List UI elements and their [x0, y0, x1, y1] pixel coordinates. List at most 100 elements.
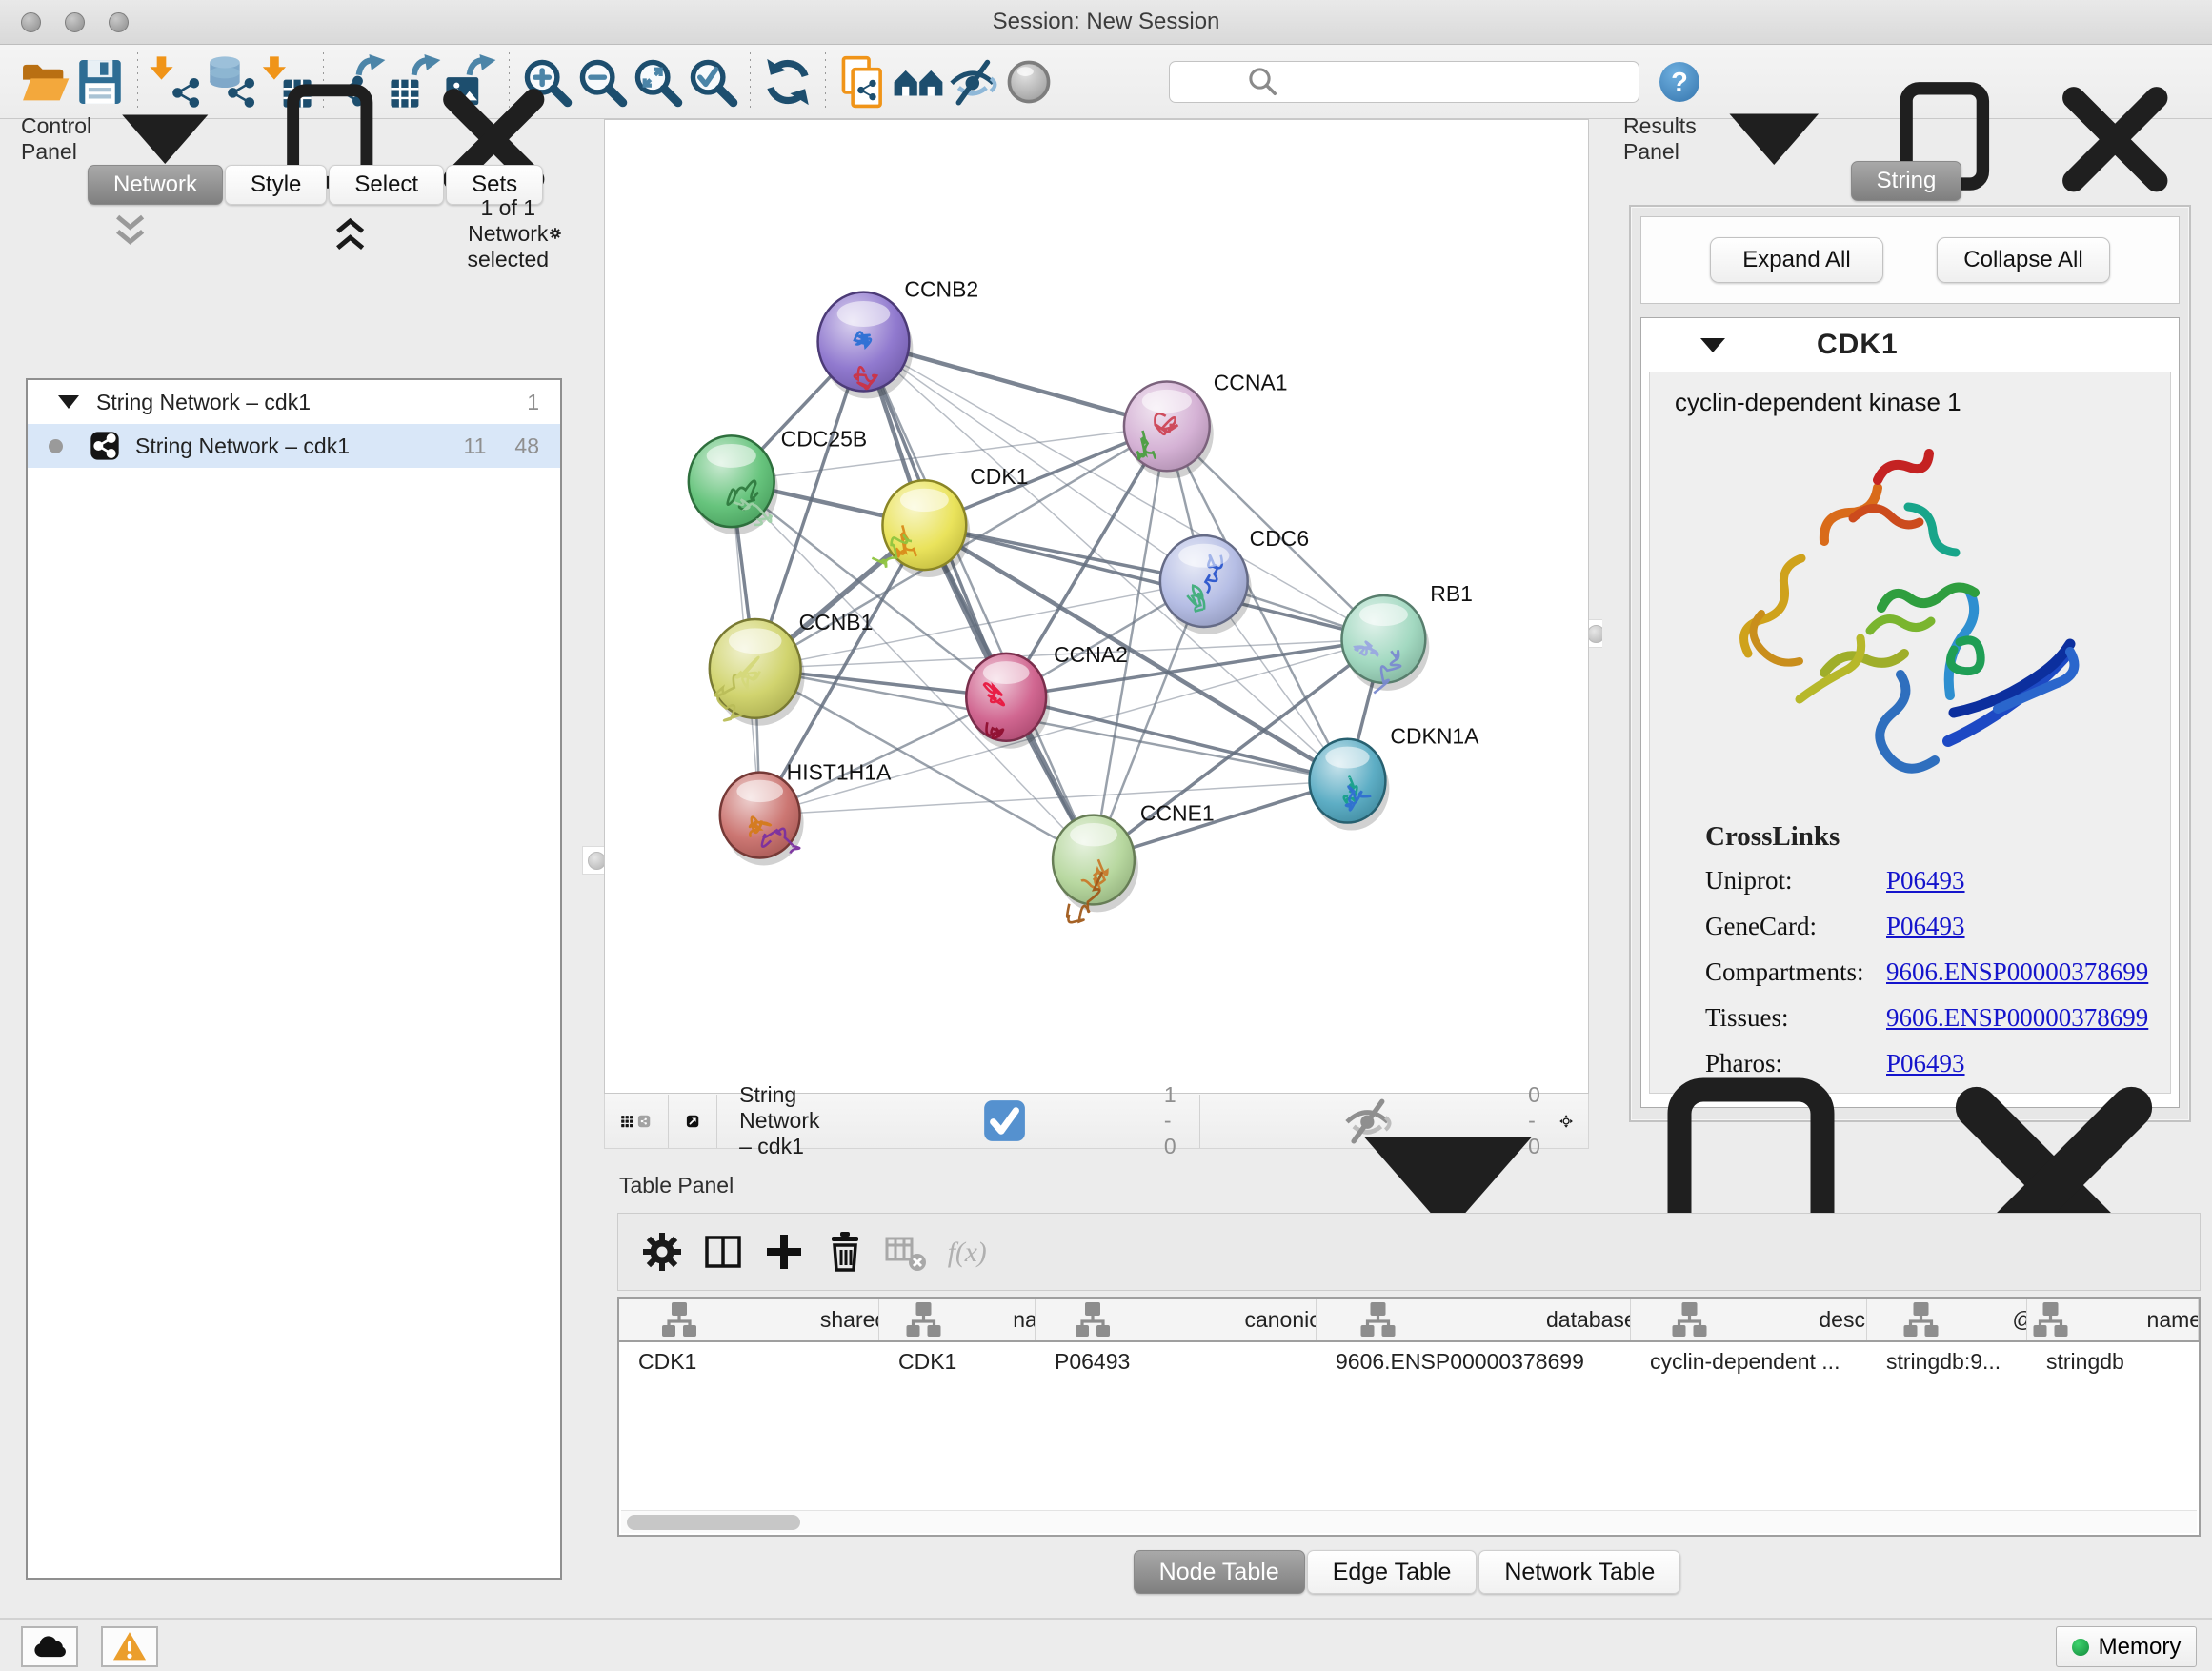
edge-count: 48	[514, 433, 539, 459]
node-label-CCNB1: CCNB1	[799, 610, 874, 634]
delete-column-button[interactable]	[818, 1225, 872, 1278]
hide-eye-button[interactable]	[946, 52, 1001, 111]
show-orb-button[interactable]	[1001, 52, 1056, 111]
column-header-canonicalname[interactable]: canonical name	[1036, 1299, 1317, 1340]
network-view-canvas[interactable]: CCNB2CCNA1CDC25BCDK1CDC6RB1CCNB1CCNA2CDK…	[604, 119, 1589, 1094]
tab-network[interactable]: Network	[88, 165, 223, 205]
table-cell: cyclin-dependent ...	[1631, 1342, 1867, 1382]
right-splitter[interactable]	[1589, 119, 1602, 1149]
scrollbar-thumb[interactable]	[627, 1515, 800, 1530]
close-window-button[interactable]	[21, 12, 41, 32]
network-collection-row[interactable]: String Network – cdk1 1	[28, 380, 560, 424]
column-header-label: canonical name	[1244, 1307, 1317, 1333]
table-row[interactable]: CDK1CDK1P064939606.ENSP00000378699cyclin…	[619, 1342, 2199, 1382]
network-options-gear-button[interactable]	[549, 216, 562, 251]
crosslink-link[interactable]: 9606.ENSP00000378699	[1886, 1003, 2148, 1033]
collection-collapse-caret-icon[interactable]	[58, 395, 79, 409]
help-button[interactable]: ?	[1657, 59, 1702, 105]
maximize-window-button[interactable]	[109, 12, 129, 32]
collapse-all-button[interactable]: Collapse All	[1937, 237, 2110, 283]
memory-button[interactable]: Memory	[2056, 1626, 2197, 1667]
node-label-CCNA2: CCNA2	[1054, 642, 1128, 667]
collection-network-count: 1	[527, 390, 560, 415]
show-orb-icon	[1001, 52, 1056, 111]
expand-all-button[interactable]: Expand All	[1710, 237, 1883, 283]
crosslink-label: Uniprot:	[1705, 866, 1886, 896]
network-node-CCNA1[interactable]: CCNA1	[1124, 370, 1288, 478]
node-details-collapse-caret[interactable]	[1700, 338, 1725, 352]
zoom-fit-button[interactable]	[630, 52, 685, 111]
svg-text:?: ?	[1671, 68, 1688, 98]
network-node-RB1[interactable]: RB1	[1341, 581, 1472, 693]
tab-edge-table[interactable]: Edge Table	[1307, 1550, 1478, 1594]
network-node-CDKN1A[interactable]: CDKN1A	[1310, 724, 1480, 831]
selected-checkbox-icon[interactable]	[851, 1094, 1158, 1148]
cloud-status-button[interactable]	[21, 1626, 78, 1667]
left-splitter[interactable]	[589, 119, 604, 1618]
column-header-description[interactable]: description	[1631, 1299, 1867, 1340]
crosslink-row: Uniprot:P06493	[1705, 866, 2170, 896]
network-node-CDC6[interactable]: CDC6	[1160, 526, 1309, 634]
attr-col-icon	[1631, 1299, 1807, 1340]
tab-string[interactable]: String	[1851, 161, 1962, 201]
grid-view-button[interactable]	[618, 1098, 635, 1144]
tab-style[interactable]: Style	[225, 165, 327, 205]
delete-table-button	[879, 1225, 933, 1278]
tab-select[interactable]: Select	[329, 165, 444, 205]
crosslink-link[interactable]: P06493	[1886, 866, 1965, 896]
table-horizontal-scrollbar[interactable]	[621, 1510, 2197, 1533]
column-header-databaseidentifier[interactable]: database identifier	[1317, 1299, 1631, 1340]
column-header-namespace[interactable]: namespace	[2027, 1299, 2199, 1340]
attr-col-icon	[1036, 1299, 1233, 1340]
tab-node-table[interactable]: Node Table	[1134, 1550, 1305, 1594]
window-title: Session: New Session	[0, 9, 2212, 35]
open-session-button[interactable]	[17, 52, 72, 111]
open-session-icon	[17, 52, 72, 111]
column-header-sharedname[interactable]: shared name	[619, 1299, 879, 1340]
network-label: String Network – cdk1	[135, 433, 350, 459]
add-column-button[interactable]	[757, 1225, 811, 1278]
memory-ok-dot-icon	[2072, 1639, 2089, 1656]
grid-nine-icon	[620, 1100, 633, 1142]
tab-network-table[interactable]: Network Table	[1478, 1550, 1680, 1594]
network-node-CCNA2[interactable]: CCNA2	[966, 642, 1128, 749]
birdseye-view-button[interactable]	[684, 1098, 701, 1144]
warnings-button[interactable]	[101, 1626, 158, 1667]
network-node-CCNB2[interactable]: CCNB2	[818, 277, 979, 399]
results-panel: Results Panel String Expand All Collapse…	[1602, 119, 2212, 1149]
crosslink-link[interactable]: 9606.ENSP00000378699	[1886, 957, 2148, 987]
zoom-out-button[interactable]	[574, 52, 630, 111]
table-cell: stringdb:9...	[1867, 1342, 2027, 1382]
collapse-all-networks-icon[interactable]	[247, 209, 453, 258]
refresh-view-button[interactable]	[760, 52, 815, 111]
left-splitter-handle[interactable]	[588, 852, 606, 870]
zoom-selected-button[interactable]	[685, 52, 740, 111]
results-panel-close-button[interactable]	[2039, 63, 2192, 216]
table-cell: P06493	[1036, 1342, 1317, 1382]
minimize-window-button[interactable]	[65, 12, 85, 32]
crosslink-link[interactable]: P06493	[1886, 912, 1965, 941]
network-from-document-button[interactable]	[835, 52, 891, 111]
crosslink-row: GeneCard:P06493	[1705, 912, 2170, 941]
column-header-label: @id	[2012, 1307, 2027, 1333]
table-header-row: shared namename canonical namedatabase id…	[619, 1299, 2199, 1342]
status-bar: Memory	[0, 1618, 2212, 1671]
show-columns-button[interactable]	[696, 1225, 750, 1278]
cloud-icon	[23, 1628, 76, 1665]
protein-structure-image	[1710, 427, 2110, 808]
network-row-selected[interactable]: String Network – cdk1 11 48	[28, 424, 560, 468]
table-gear-button[interactable]	[635, 1225, 689, 1278]
network-share-button[interactable]	[635, 1098, 653, 1144]
crosslink-row: Compartments:9606.ENSP00000378699	[1705, 957, 2170, 987]
network-node-CCNE1[interactable]: CCNE1	[1053, 801, 1215, 923]
column-header-id[interactable]: @id	[1867, 1299, 2027, 1340]
network-node-CCNB1[interactable]: CCNB1	[710, 610, 874, 726]
network-graph[interactable]: CCNB2CCNA1CDC25BCDK1CDC6RB1CCNB1CCNA2CDK…	[605, 120, 1588, 1093]
delete-column-icon	[822, 1229, 868, 1275]
results-panel-menu-button[interactable]	[1698, 63, 1851, 216]
houses-button[interactable]	[891, 52, 946, 111]
search-input[interactable]	[1347, 64, 1629, 100]
column-header-name[interactable]: name	[879, 1299, 1036, 1340]
expand-all-networks-icon[interactable]	[27, 209, 233, 258]
crosslink-label: Tissues:	[1705, 1003, 1886, 1033]
